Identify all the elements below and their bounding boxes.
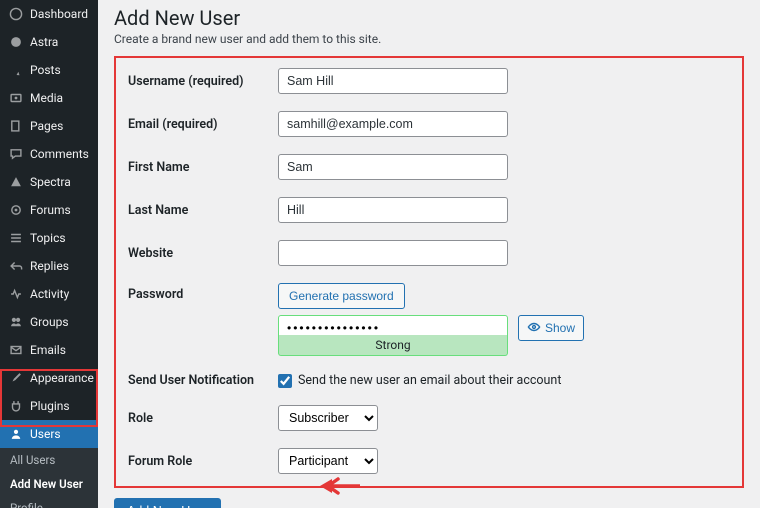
password-strength: Strong [278,335,508,356]
firstname-label: First Name [128,160,278,175]
sidebar-item-posts[interactable]: Posts [0,56,98,84]
sidebar-submenu: All Users Add New User Profile Manage Si… [0,448,98,508]
astra-icon [8,34,24,50]
main-content: Add New User Create a brand new user and… [98,0,760,508]
password-label: Password [128,283,278,302]
sidebar-label: Media [30,91,63,105]
form-highlight-box: Username (required) Email (required) Fir… [114,56,744,488]
sidebar-item-groups[interactable]: Groups [0,308,98,336]
sidebar-item-topics[interactable]: Topics [0,224,98,252]
lastname-label: Last Name [128,203,278,218]
add-new-user-button[interactable]: Add New User [114,498,221,508]
eye-icon [527,320,541,337]
email-icon [8,342,24,358]
notify-text: Send the new user an email about their a… [298,373,561,388]
sidebar-label: Plugins [30,399,70,413]
sidebar-label: Users [30,427,61,441]
replies-icon [8,258,24,274]
username-input[interactable] [278,68,508,94]
sub-all-users[interactable]: All Users [0,448,98,472]
sidebar-item-emails[interactable]: Emails [0,336,98,364]
firstname-input[interactable] [278,154,508,180]
show-password-button[interactable]: Show [518,315,584,341]
admin-sidebar: Dashboard Astra Posts Media Pages Commen… [0,0,98,508]
brush-icon [8,370,24,386]
sidebar-item-forums[interactable]: Forums [0,196,98,224]
sidebar-item-plugins[interactable]: Plugins [0,392,98,420]
role-select[interactable]: Subscriber [278,405,378,431]
sidebar-label: Comments [30,147,89,161]
notify-checkbox[interactable] [278,374,292,388]
sidebar-item-media[interactable]: Media [0,84,98,112]
sidebar-label: Replies [30,259,69,273]
annotation-arrow [318,475,360,497]
sidebar-item-dashboard[interactable]: Dashboard [0,0,98,28]
sidebar-item-pages[interactable]: Pages [0,112,98,140]
sidebar-item-replies[interactable]: Replies [0,252,98,280]
sidebar-label: Forums [30,203,71,217]
lastname-input[interactable] [278,197,508,223]
spectra-icon [8,174,24,190]
sidebar-item-users[interactable]: Users [0,420,98,448]
notify-label: Send User Notification [128,373,278,388]
username-label: Username (required) [128,74,278,89]
sidebar-label: Spectra [30,175,71,189]
forum-role-select[interactable]: Participant [278,448,378,474]
generate-password-button[interactable]: Generate password [278,283,405,309]
sub-profile[interactable]: Profile [0,496,98,508]
page-icon [8,118,24,134]
groups-icon [8,314,24,330]
comment-icon [8,146,24,162]
forums-icon [8,202,24,218]
sidebar-label: Dashboard [30,7,88,21]
website-input[interactable] [278,240,508,266]
role-label: Role [128,411,278,426]
sidebar-label: Emails [30,343,66,357]
show-label: Show [545,321,575,335]
plugin-icon [8,398,24,414]
sidebar-item-comments[interactable]: Comments [0,140,98,168]
sidebar-label: Astra [30,35,58,49]
sidebar-item-spectra[interactable]: Spectra [0,168,98,196]
media-icon [8,90,24,106]
topics-icon [8,230,24,246]
sidebar-label: Posts [30,63,61,77]
pin-icon [8,62,24,78]
sidebar-label: Pages [30,119,63,133]
activity-icon [8,286,24,302]
page-subtitle: Create a brand new user and add them to … [114,32,744,46]
sidebar-item-activity[interactable]: Activity [0,280,98,308]
sub-add-new-user[interactable]: Add New User [0,472,98,496]
dashboard-icon [8,6,24,22]
sidebar-item-astra[interactable]: Astra [0,28,98,56]
sidebar-label: Activity [30,287,69,301]
email-label: Email (required) [128,117,278,132]
forum-role-label: Forum Role [128,454,278,469]
sidebar-label: Appearance [30,371,94,385]
sidebar-label: Topics [30,231,66,245]
page-title: Add New User [114,0,744,32]
user-icon [8,426,24,442]
website-label: Website [128,246,278,261]
email-input[interactable] [278,111,508,137]
sidebar-item-appearance[interactable]: Appearance [0,364,98,392]
sidebar-label: Groups [30,315,69,329]
